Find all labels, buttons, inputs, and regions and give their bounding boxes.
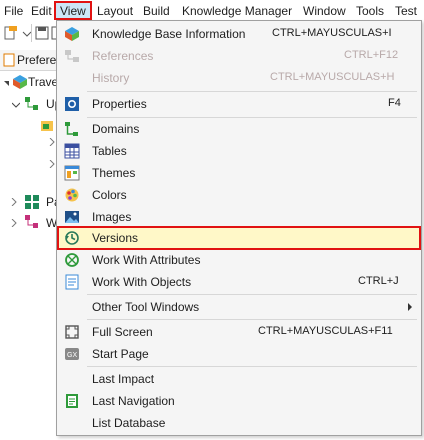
full-screen-icon xyxy=(65,325,79,339)
menu-bar: File Edit View Layout Build Knowledge Ma… xyxy=(0,0,424,22)
new-icon[interactable] xyxy=(3,26,17,40)
folder-icon xyxy=(41,121,53,131)
menu-item-other-tool-windows[interactable]: Other Tool Windows xyxy=(58,296,420,318)
web-icon xyxy=(25,215,38,228)
kb-info-icon xyxy=(65,27,79,41)
images-icon xyxy=(65,211,79,223)
expand-icon[interactable] xyxy=(10,198,18,206)
menu-item-list-database[interactable]: List Database xyxy=(58,412,420,434)
menu-view[interactable]: View xyxy=(60,4,86,18)
tab-bar: Prefere xyxy=(0,50,60,71)
menu-separator xyxy=(87,366,417,367)
menu-item-last-navigation[interactable]: Last Navigation xyxy=(58,390,420,412)
menu-item-last-impact[interactable]: Last Impact xyxy=(58,368,420,390)
menu-item-full-screen[interactable]: Full Screen CTRL+MAYUSCULAS+F11 xyxy=(58,321,420,343)
colors-icon xyxy=(65,188,79,202)
versions-icon xyxy=(65,231,79,245)
collapse-icon[interactable] xyxy=(3,79,11,87)
submenu-arrow-icon xyxy=(408,303,412,311)
menu-item-domains[interactable]: Domains xyxy=(58,118,420,140)
tree-item-travel[interactable]: Trave xyxy=(28,75,58,89)
menu-tools[interactable]: Tools xyxy=(356,4,384,18)
properties-icon xyxy=(65,97,79,111)
menu-item-references[interactable]: References CTRL+F12 xyxy=(58,45,420,67)
menu-item-work-with-attributes[interactable]: Work With Attributes xyxy=(58,249,420,271)
menu-edit[interactable]: Edit xyxy=(31,4,52,18)
view-menu-dropdown: Knowledge Base Information CTRL+MAYUSCUL… xyxy=(56,20,422,436)
patterns-icon xyxy=(25,195,39,209)
toolbar xyxy=(0,22,60,44)
menu-window[interactable]: Window xyxy=(303,4,346,18)
menu-file[interactable]: File xyxy=(4,4,23,18)
menu-item-properties[interactable]: Properties F4 xyxy=(58,93,420,115)
expand-icon[interactable] xyxy=(48,160,56,168)
menu-item-themes[interactable]: Themes xyxy=(58,162,420,184)
themes-icon xyxy=(64,165,80,181)
menu-item-tables[interactable]: Tables xyxy=(58,140,420,162)
menu-item-history[interactable]: History CTRL+MAYUSCULAS+H xyxy=(58,67,420,89)
start-page-icon: GX xyxy=(65,348,79,360)
expand-icon[interactable] xyxy=(10,219,18,227)
expand-icon[interactable] xyxy=(48,138,56,146)
menu-separator xyxy=(87,294,417,295)
menu-item-images[interactable]: Images xyxy=(58,206,420,228)
menu-item-colors[interactable]: Colors xyxy=(58,184,420,206)
work-with-attributes-icon xyxy=(65,253,79,267)
menu-item-work-with-objects[interactable]: Work With Objects CTRL+J xyxy=(58,271,420,293)
menu-separator xyxy=(87,91,417,92)
tab-preferences[interactable]: Prefere xyxy=(17,53,56,67)
menu-layout[interactable]: Layout xyxy=(97,4,133,18)
menu-item-start-page[interactable]: GX Start Page xyxy=(58,343,420,365)
tables-icon xyxy=(64,143,80,159)
work-with-objects-icon xyxy=(65,274,79,290)
menu-build[interactable]: Build xyxy=(143,4,170,18)
last-navigation-icon xyxy=(66,394,78,408)
svg-text:GX: GX xyxy=(67,352,77,359)
collapse-icon[interactable] xyxy=(12,101,20,109)
domains-icon xyxy=(65,122,78,136)
references-icon xyxy=(65,50,79,62)
preferences-icon xyxy=(3,53,15,67)
menu-test[interactable]: Test xyxy=(395,4,417,18)
menu-item-versions[interactable]: Versions xyxy=(58,227,420,249)
save-icon[interactable] xyxy=(35,26,49,40)
kb-icon xyxy=(13,75,27,89)
module-icon xyxy=(25,97,38,110)
menu-separator xyxy=(87,319,417,320)
menu-knowledge-manager[interactable]: Knowledge Manager xyxy=(182,4,292,18)
menu-item-knowledge-base-information[interactable]: Knowledge Base Information CTRL+MAYUSCUL… xyxy=(58,23,420,45)
